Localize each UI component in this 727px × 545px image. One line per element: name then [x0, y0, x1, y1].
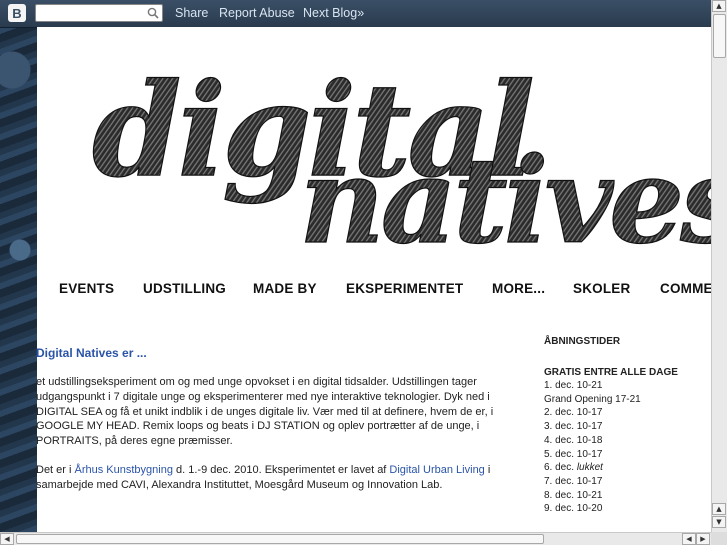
report-abuse-link[interactable]: Report Abuse	[219, 6, 295, 20]
share-link[interactable]: Share	[175, 6, 208, 20]
menu-item-events[interactable]: EVENTS	[59, 281, 114, 296]
hours-day: 6. dec.	[544, 462, 577, 474]
hours-item: 9. dec. 10-20	[544, 503, 603, 515]
hours-item: 5. dec. 10-17	[544, 448, 603, 460]
scroll-left-small-icon[interactable]: ◀	[682, 533, 696, 545]
search-icon[interactable]	[147, 7, 159, 19]
next-blog-link[interactable]: Next Blog»	[303, 6, 364, 20]
post-paragraph: Det er i Århus Kunstbygning d. 1.-9 dec.…	[36, 463, 496, 493]
blog-search-box	[35, 4, 163, 24]
main-menu: EVENTS UDSTILLING MADE BY EKSPERIMENTET …	[37, 281, 711, 303]
digital-urban-living-link[interactable]: Digital Urban Living	[389, 464, 484, 476]
scroll-right-icon[interactable]: ▶	[696, 533, 710, 545]
hours-item: 6. dec. lukket	[544, 461, 684, 475]
hours-closed: lukket	[576, 462, 603, 474]
post-text: Det er i	[36, 463, 75, 476]
scroll-up-icon[interactable]: ▲	[712, 0, 726, 12]
hours-item: 3. dec. 10-17	[544, 421, 603, 433]
post-text: d. 1.-9 dec. 2010. Eksperimentet er lave…	[172, 463, 390, 476]
header-word-natives: natives	[299, 131, 711, 257]
hours-item: 7. dec. 10-17	[544, 475, 603, 487]
sidebar-title: ÅBNINGSTIDER	[544, 336, 621, 347]
scroll-left-icon[interactable]: ◀	[0, 533, 14, 545]
hours-item: 4. dec. 10-18	[544, 434, 603, 446]
menu-item-more[interactable]: MORE...	[492, 281, 545, 296]
post-title[interactable]: Digital Natives er ...	[36, 346, 147, 360]
menu-item-udstilling[interactable]: UDSTILLING	[143, 281, 226, 296]
hours-item: 1. dec. 10-21	[544, 380, 603, 391]
scroll-down-icon[interactable]: ▼	[712, 516, 726, 528]
hours-item: Grand Opening 17-21	[544, 393, 641, 405]
scroll-up-small-icon[interactable]: ▲	[712, 503, 726, 515]
hours-item: 8. dec. 10-21	[544, 489, 603, 501]
vertical-scrollbar[interactable]: ▲ ▲ ▼	[711, 0, 727, 532]
vertical-scroll-thumb[interactable]	[713, 14, 726, 58]
blogger-navbar: B Share Report Abuse Next Blog»	[0, 0, 711, 28]
scrollbar-corner	[711, 532, 727, 545]
menu-item-skoler[interactable]: SKOLER	[573, 281, 630, 296]
post-body: et udstillingseksperiment om og med unge…	[36, 375, 496, 507]
horizontal-scroll-thumb[interactable]	[16, 534, 544, 544]
menu-item-comments[interactable]: COMMENTS	[660, 281, 711, 296]
menu-item-made-by[interactable]: MADE BY	[253, 281, 317, 296]
header-title-image[interactable]: digital natives	[37, 27, 711, 257]
blogger-logo-icon[interactable]: B	[8, 4, 26, 22]
sidebar-opening-hours: ÅBNINGSTIDER GRATIS ENTRE ALLE DAGE 1. d…	[544, 336, 684, 516]
aarhus-kunstbygning-link[interactable]: Århus Kunstbygning	[75, 464, 173, 476]
horizontal-scrollbar[interactable]: ◀ ◀ ▶	[0, 532, 711, 545]
sidebar-subtitle: GRATIS ENTRE ALLE DAGE	[544, 367, 678, 378]
hours-item: 2. dec. 10-17	[544, 407, 603, 419]
menu-item-eksperimentet[interactable]: EKSPERIMENTET	[346, 281, 463, 296]
search-input[interactable]	[36, 8, 152, 24]
post-paragraph: et udstillingseksperiment om og med unge…	[36, 376, 494, 448]
